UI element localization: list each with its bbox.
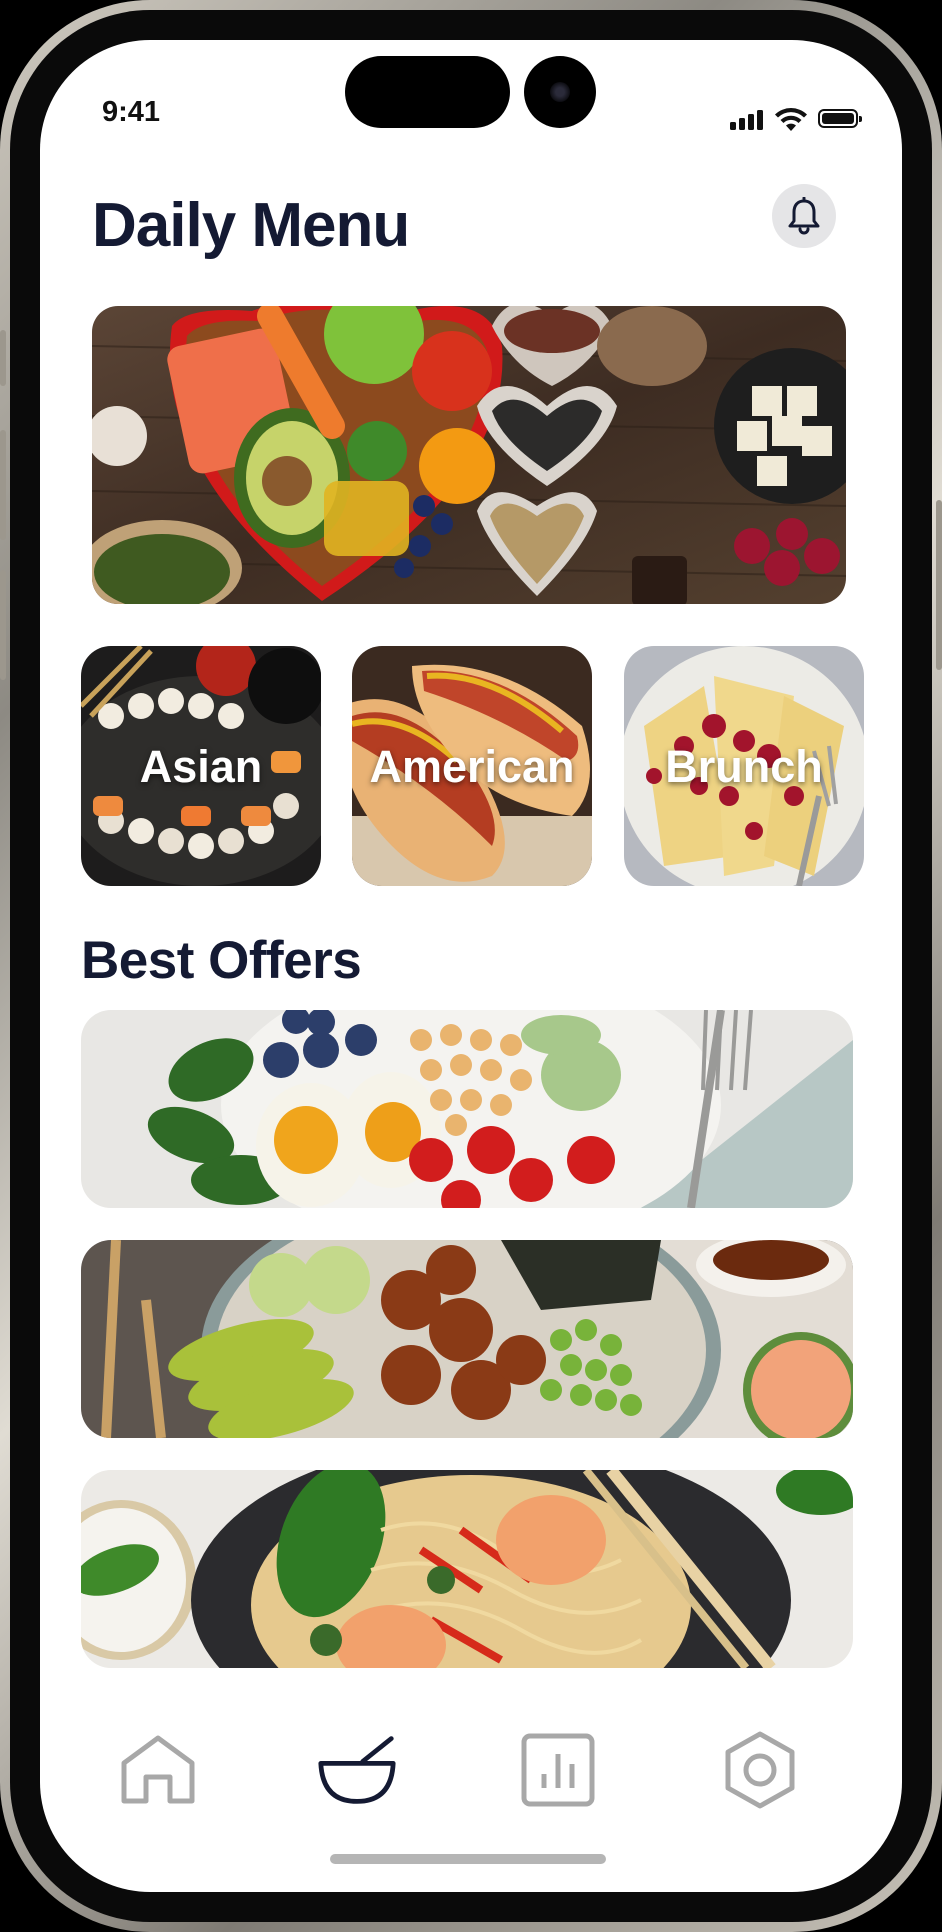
home-icon — [121, 1735, 195, 1804]
volume-down-button — [0, 570, 6, 680]
signal-bar — [748, 114, 754, 130]
category-label: American — [369, 741, 575, 792]
status-time: 9:41 — [102, 96, 161, 128]
signal-bar — [757, 110, 763, 130]
wifi-icon — [775, 108, 807, 131]
notifications-button[interactable] — [772, 184, 836, 248]
screen: 9:41 Daily Menu Asian American Brunch Be… — [40, 40, 902, 1892]
offer-image-chicken-bowl — [81, 1240, 853, 1438]
settings-icon — [725, 1731, 795, 1809]
status-icons — [730, 108, 870, 131]
dynamic-island — [345, 56, 510, 128]
page-title: Daily Menu — [92, 191, 410, 260]
category-card-brunch[interactable]: Brunch — [624, 646, 864, 886]
nav-settings[interactable] — [720, 1730, 800, 1810]
offer-image-egg-salad — [81, 1010, 853, 1208]
offer-card[interactable] — [81, 1010, 853, 1208]
action-button — [0, 330, 6, 386]
home-indicator[interactable] — [330, 1854, 606, 1864]
category-card-american[interactable]: American — [352, 646, 592, 886]
category-label: Asian — [139, 741, 263, 792]
nav-menu[interactable] — [317, 1730, 397, 1810]
signal-bar — [739, 118, 745, 130]
signal-bar — [730, 122, 736, 130]
battery-icon — [818, 109, 862, 128]
camera-icon — [524, 56, 596, 128]
category-label: Brunch — [665, 741, 823, 792]
category-card-asian[interactable]: Asian — [81, 646, 321, 886]
bell-icon — [788, 197, 820, 235]
power-button — [936, 500, 942, 670]
chart-icon — [521, 1733, 595, 1807]
offer-card[interactable] — [81, 1240, 853, 1438]
nav-stats[interactable] — [518, 1730, 598, 1810]
bowl-icon — [318, 1736, 396, 1804]
offer-card[interactable] — [81, 1470, 853, 1668]
section-title-best-offers: Best Offers — [81, 931, 362, 990]
offer-image-shrimp-noodles — [81, 1470, 853, 1668]
volume-up-button — [0, 430, 6, 540]
hero-banner-image[interactable] — [92, 306, 846, 604]
nav-home[interactable] — [118, 1730, 198, 1810]
